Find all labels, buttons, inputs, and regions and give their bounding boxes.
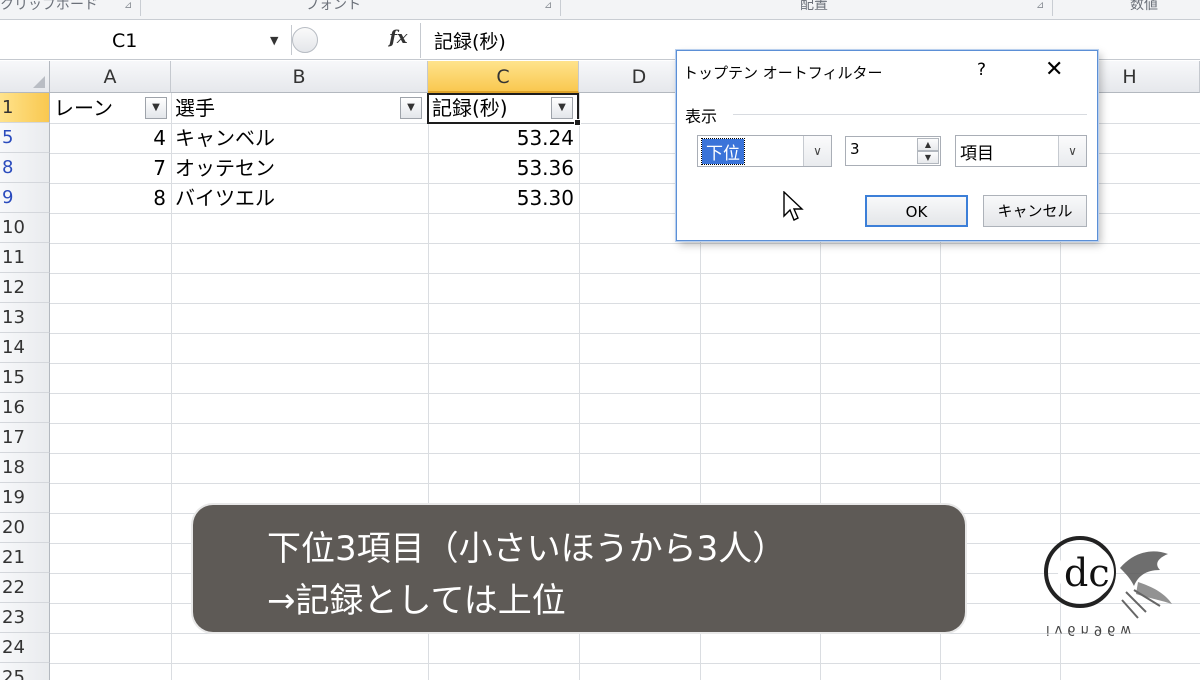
name-box-dropdown-icon[interactable]: ▼ [270, 34, 278, 47]
row-header[interactable]: 17 [0, 423, 50, 453]
grid-line [50, 393, 1200, 394]
column-header-b[interactable]: B [171, 61, 428, 93]
row-header[interactable]: 15 [0, 363, 50, 393]
row-header[interactable]: 20 [0, 513, 50, 543]
cell-a8[interactable]: 7 [52, 153, 166, 183]
cell-a5[interactable]: 4 [52, 123, 166, 153]
insert-function-icon[interactable]: fx [389, 27, 407, 48]
ribbon-group-number[interactable]: 数値 [1130, 0, 1158, 14]
ribbon-separator [560, 0, 561, 16]
ok-button[interactable]: OK [865, 195, 968, 227]
row-header[interactable]: 5 [0, 123, 50, 153]
top-bottom-select[interactable]: 下位 ∨ [697, 135, 832, 167]
formula-input[interactable]: 記録(秒) [434, 27, 506, 54]
close-icon[interactable]: ✕ [1045, 57, 1063, 82]
cell-c8[interactable]: 53.36 [430, 153, 574, 183]
ribbon-group-clipboard[interactable]: クリップボード [0, 0, 98, 14]
grid-line [50, 483, 1200, 484]
row-header[interactable]: 8 [0, 153, 50, 183]
row-header[interactable]: 23 [0, 603, 50, 633]
row-header[interactable]: 12 [0, 273, 50, 303]
row-header[interactable]: 1 [0, 93, 50, 123]
row-header[interactable]: 14 [0, 333, 50, 363]
grid-line [50, 663, 1200, 664]
ribbon-separator [1052, 0, 1053, 16]
items-percent-value: 項目 [960, 144, 994, 164]
filter-dropdown-icon[interactable]: ▼ [400, 97, 422, 119]
grid-line [50, 273, 1200, 274]
row-header[interactable]: 22 [0, 573, 50, 603]
caption-overlay: 下位3項目（小さいほうから3人） →記録としては上位 [193, 505, 965, 632]
chevron-down-icon[interactable]: ∨ [803, 136, 831, 166]
dialog-launcher-icon[interactable]: ⊿ [544, 0, 552, 11]
cell-a1[interactable]: レーン [54, 93, 113, 123]
mouse-cursor-icon [783, 191, 804, 221]
formula-bar-resize-handle[interactable] [292, 27, 318, 53]
item-count-value: 3 [850, 140, 860, 158]
cancel-button[interactable]: キャンセル [983, 195, 1087, 227]
grid-line [50, 363, 1200, 364]
row-header[interactable]: 19 [0, 483, 50, 513]
show-group-label: 表示 [685, 107, 718, 126]
name-box-value: C1 [112, 30, 138, 52]
fill-handle[interactable] [574, 119, 581, 126]
active-cell-border [427, 93, 579, 124]
cell-b8[interactable]: オッテセン [175, 153, 275, 183]
row-header[interactable]: 18 [0, 453, 50, 483]
cell-b5[interactable]: キャンベル [175, 123, 275, 153]
dialog-launcher-icon[interactable]: ⊿ [1036, 0, 1044, 11]
row-header[interactable]: 9 [0, 183, 50, 213]
top-bottom-value: 下位 [701, 138, 745, 165]
row-header[interactable]: 21 [0, 543, 50, 573]
grid-line [50, 243, 1200, 244]
caption-line-1: 下位3項目（小さいほうから3人） [267, 529, 787, 569]
grid-line [50, 303, 1200, 304]
spin-up-icon[interactable]: ▲ [917, 138, 939, 151]
item-count-spinner[interactable]: 3 ▲ ▼ [845, 136, 941, 166]
row-header[interactable]: 11 [0, 243, 50, 273]
cell-a9[interactable]: 8 [52, 183, 166, 213]
cell-c5[interactable]: 53.24 [430, 123, 574, 153]
grid-line [171, 93, 172, 680]
watermark-text: iv6n96w [1046, 622, 1136, 637]
watermark-monogram: dc [1064, 551, 1110, 595]
top10-autofilter-dialog: トップテン オートフィルター ? ✕ 表示 下位 ∨ 3 ▲ ▼ 項目 ∨ OK… [676, 50, 1098, 241]
row-header[interactable]: 25 [0, 663, 50, 680]
row-header[interactable]: 16 [0, 393, 50, 423]
dialog-launcher-icon[interactable]: ⊿ [124, 0, 132, 11]
ribbon-separator [140, 0, 141, 16]
spin-down-icon[interactable]: ▼ [917, 151, 939, 164]
chevron-down-icon[interactable]: ∨ [1058, 136, 1086, 166]
row-header[interactable]: 24 [0, 633, 50, 663]
grid-line [50, 453, 1200, 454]
cell-c9[interactable]: 53.30 [430, 183, 574, 213]
cell-b1[interactable]: 選手 [175, 93, 215, 123]
filter-dropdown-icon[interactable]: ▼ [145, 97, 167, 119]
caption-line-2: →記録としては上位 [267, 581, 566, 621]
formula-bar-divider [420, 23, 421, 58]
row-header[interactable]: 10 [0, 213, 50, 243]
column-header-a[interactable]: A [50, 61, 171, 93]
cell-b9[interactable]: バイツエル [175, 183, 275, 213]
name-box[interactable]: C1 ▼ [0, 25, 292, 55]
group-divider [733, 114, 1087, 115]
ribbon-group-strip: クリップボード ⊿ フォント ⊿ 配置 ⊿ 数値 [0, 0, 1200, 20]
items-percent-select[interactable]: 項目 ∨ [955, 135, 1087, 167]
row-header[interactable]: 13 [0, 303, 50, 333]
help-icon[interactable]: ? [977, 60, 986, 80]
grid-line [50, 633, 1200, 634]
grid-line [50, 423, 1200, 424]
dialog-title: トップテン オートフィルター [683, 64, 883, 82]
column-header-c[interactable]: C [428, 61, 579, 93]
ribbon-group-font[interactable]: フォント [305, 0, 361, 14]
select-all-corner[interactable] [0, 61, 50, 93]
select-all-triangle-icon [33, 76, 45, 88]
ribbon-group-alignment[interactable]: 配置 [800, 0, 828, 14]
grid-line [50, 333, 1200, 334]
